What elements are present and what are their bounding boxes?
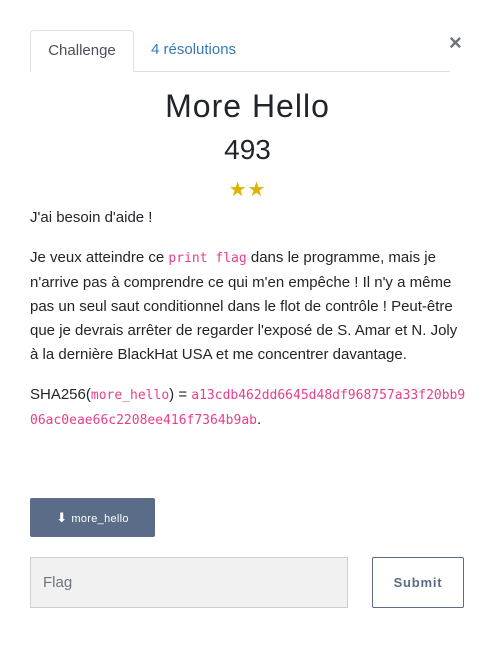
submit-button[interactable]: Submit	[372, 557, 464, 608]
flag-input[interactable]: Flag	[30, 557, 348, 608]
challenge-title: More Hello	[165, 88, 330, 124]
sha-file-code: more_hello	[90, 388, 170, 403]
sha256-line: SHA256(more_hello) = a13cdb462dd6645d48d…	[30, 386, 466, 428]
difficulty-stars-icon: ★★	[228, 179, 267, 201]
download-icon: ⬇	[56, 510, 68, 525]
tab-challenge[interactable]: Challenge	[30, 30, 134, 72]
download-file-button[interactable]: ⬇ more_hello	[30, 498, 155, 537]
close-icon[interactable]: ×	[449, 31, 462, 55]
challenge-tabs: Challenge 4 résolutions	[30, 30, 450, 72]
description-paragraph-1: J'ai besoin d'aide !	[30, 209, 153, 226]
tab-resolutions[interactable]: 4 résolutions	[135, 30, 252, 72]
challenge-points: 493	[224, 134, 271, 165]
description-paragraph-2: Je veux atteindre ce print flag dans le …	[30, 249, 458, 363]
inline-code: print flag	[168, 251, 247, 266]
challenge-description: J'ai besoin d'aide ! Je veux atteindre c…	[30, 206, 466, 449]
